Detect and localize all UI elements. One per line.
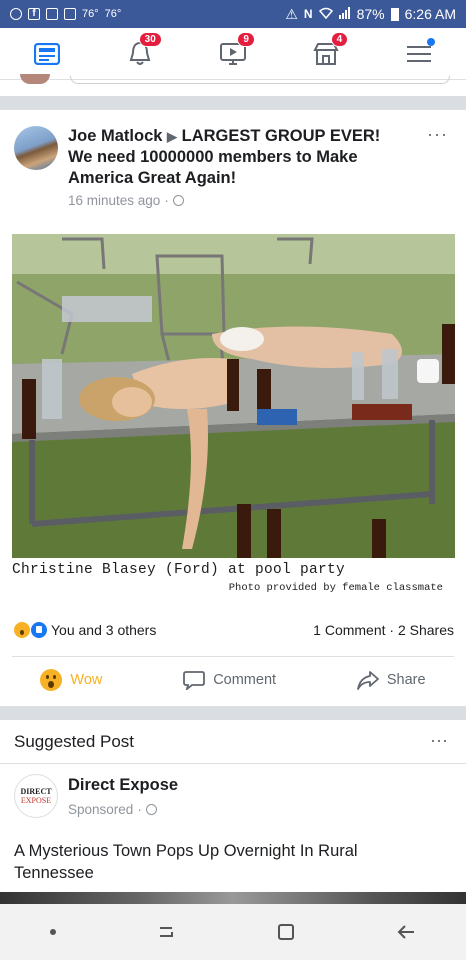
post-header-title: Joe Matlock ▶ LARGEST GROUP EVER! We nee… [68,126,408,189]
caption-sub: Photo provided by female classmate [228,582,443,594]
nav-dot-icon[interactable] [50,929,56,935]
news-feed-icon [33,42,60,65]
comment-icon [183,671,206,690]
globe-icon [145,804,157,815]
sponsored-label[interactable]: Sponsored [68,802,133,817]
nfc-icon: N [303,7,313,21]
reactions-bar: You and 3 others 1 Comment · 2 Shares [14,619,454,641]
system-nav-bar [0,904,466,960]
author-avatar[interactable] [14,126,58,170]
reactions-text: You and 3 others [51,622,157,638]
share-label: Share [386,672,426,688]
logo-line-1: DIRECT [20,787,52,796]
marketplace-badge: 4 [330,31,349,47]
like-reaction-icon [31,622,47,638]
ad-headline[interactable]: A Mysterious Town Pops Up Overnight In R… [14,840,434,884]
author-name[interactable]: Joe Matlock [68,127,162,145]
status-bar: f 76° 76° ⚠ N 87% 6:26 AM [0,0,466,28]
weather-temp-2: 76° [104,8,122,20]
weather-temp: 76° [82,8,99,20]
ad-image-peek[interactable] [0,892,466,904]
back-icon[interactable] [396,922,416,942]
share-icon [356,671,379,690]
recents-icon[interactable] [156,922,176,942]
post-more-button[interactable]: ··· [427,124,448,145]
suggested-header: Suggested Post ··· [0,720,466,764]
photo-caption: Christine Blasey (Ford) at pool party Ph… [12,560,455,608]
top-nav: 30 9 4 [0,28,466,80]
suggested-post: Suggested Post ··· DIRECT EXPOSE Direct … [0,720,466,882]
composer-input-edge [70,76,450,84]
feed-divider-2 [0,706,466,720]
photo-scene [12,234,455,558]
suggested-more-button[interactable]: ··· [430,730,448,751]
composer-remnant [0,74,466,96]
arrow-right-icon: ▶ [167,129,178,144]
marketplace-tab[interactable]: 4 [306,31,349,72]
logo-line-2: EXPOSE [20,796,52,805]
advertiser-meta: Sponsored · [68,802,157,817]
share-button[interactable]: Share [356,670,426,690]
globe-icon [172,195,184,206]
advertiser-row: DIRECT EXPOSE Direct Expose Sponsored · [0,764,466,828]
comment-button[interactable]: Comment [183,670,276,690]
advertiser-name[interactable]: Direct Expose [68,776,178,795]
wow-reaction-icon [14,622,30,638]
chat-head-icon [10,8,22,20]
facebook-icon: f [28,8,40,20]
comment-label: Comment [213,672,277,688]
watch-badge: 9 [237,31,255,47]
news-feed-tab[interactable] [27,36,67,72]
menu-tab[interactable] [399,36,439,72]
wifi-icon [318,6,333,22]
caption-main: Christine Blasey (Ford) at pool party [12,562,346,578]
wow-icon [40,669,63,691]
menu-dot-badge [427,37,436,46]
meta-dot: · [164,193,169,208]
divider [12,656,454,657]
post-actions: Wow Comment Share [0,666,466,694]
post-photo[interactable] [12,234,455,558]
mail-icon [64,8,76,20]
battery-icon [390,7,399,21]
advertiser-logo[interactable]: DIRECT EXPOSE [14,774,58,818]
notifications-badge: 30 [138,31,162,47]
home-icon[interactable] [276,922,296,942]
post-meta: 16 minutes ago · [68,193,184,208]
hamburger-menu-icon [407,45,432,62]
alert-icon: ⚠ [285,5,298,22]
notifications-tab[interactable]: 30 [120,31,162,72]
meta-dot-2: · [137,802,142,817]
comment-share-counts[interactable]: 1 Comment · 2 Shares [313,622,454,638]
clock: 6:26 AM [404,6,456,22]
post-time[interactable]: 16 minutes ago [68,193,160,208]
battery-percent: 87% [356,6,385,22]
gallery-icon [46,8,58,20]
watch-tab[interactable]: 9 [213,31,255,72]
wow-label: Wow [70,672,103,688]
wow-button[interactable]: Wow [40,669,102,691]
feed-divider [0,96,466,110]
composer-avatar-edge [20,74,50,84]
reactions-summary[interactable]: You and 3 others [14,622,156,638]
signal-icon [338,6,351,22]
suggested-title: Suggested Post [14,732,135,751]
